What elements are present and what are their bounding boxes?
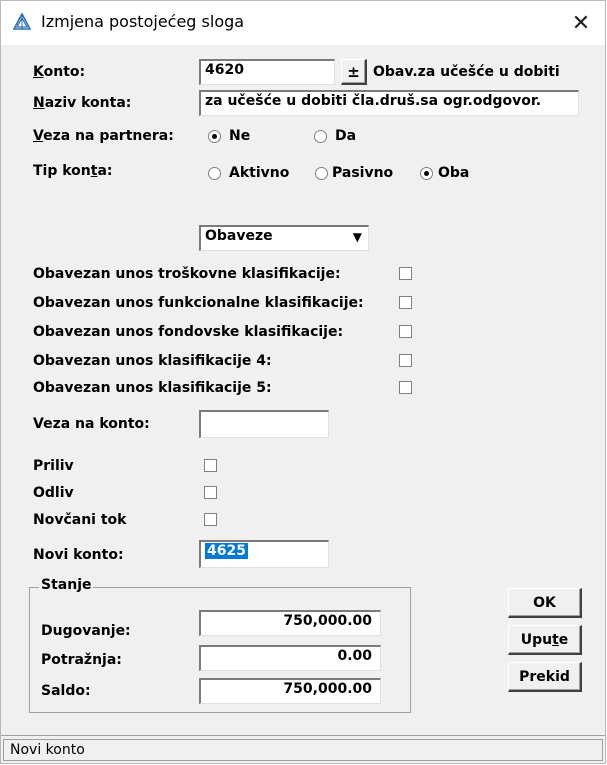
close-icon: ✕ (571, 10, 591, 36)
konto-lookup-button[interactable]: ± (341, 59, 367, 85)
dialog-window: Izmjena postojećeg sloga ✕ Konto: 4620 ±… (0, 0, 606, 764)
saldo-value[interactable]: 750,000.00 (199, 678, 381, 704)
klasifikacija-label-1: Obavezan unos troškovne klasifikacije: (33, 266, 341, 282)
veza-na-konto-input[interactable] (199, 410, 329, 438)
app-triangle-icon (13, 13, 31, 30)
veza-ne-radio[interactable] (208, 130, 221, 143)
tip-konta-label: Tip konta: (33, 163, 113, 179)
klasifikacija-checkbox-2[interactable] (399, 296, 412, 309)
status-bar: Novi konto (1, 735, 605, 763)
stanje-title: Stanje (39, 577, 94, 593)
tip-pasivno-label: Pasivno (332, 165, 394, 181)
priliv-label: Priliv (33, 458, 74, 474)
tip-oba-label: Oba (438, 165, 470, 181)
potraznja-label: Potražnja: (41, 652, 122, 668)
download-arrow-icon: ± (347, 62, 360, 81)
novi-konto-input[interactable]: 4625 (199, 540, 329, 568)
klasifikacija-label-4: Obavezan unos klasifikacije 4: (33, 353, 272, 369)
odliv-label: Odliv (33, 485, 74, 501)
tip-konta-dropdown[interactable]: Obaveze ▼ (199, 225, 369, 251)
veza-da-radio[interactable] (314, 130, 327, 143)
klasifikacija-checkbox-3[interactable] (399, 325, 412, 338)
klasifikacija-label-2: Obavezan unos funkcionalne klasifikacije… (33, 295, 364, 311)
title-bar: Izmjena postojećeg sloga ✕ (1, 1, 605, 45)
veza-na-konto-label: Veza na konto: (33, 416, 150, 432)
status-text: Novi konto (3, 739, 603, 761)
naziv-konta-label: Naziv konta: (33, 95, 132, 111)
chevron-down-icon[interactable]: ▼ (353, 230, 362, 244)
close-button[interactable]: ✕ (557, 1, 605, 45)
dugovanje-value[interactable]: 750,000.00 (199, 610, 381, 636)
klasifikacija-label-5: Obavezan unos klasifikacije 5: (33, 380, 272, 396)
veza-da-label: Da (335, 128, 357, 144)
ok-button[interactable]: OK (508, 588, 582, 618)
potraznja-value[interactable]: 0.00 (199, 645, 381, 671)
klasifikacija-label-3: Obavezan unos fondovske klasifikacije: (33, 324, 344, 340)
tip-pasivno-radio[interactable] (315, 167, 328, 180)
klasifikacija-checkbox-5[interactable] (399, 381, 412, 394)
dugovanje-label: Dugovanje: (41, 623, 131, 639)
odliv-checkbox[interactable] (204, 486, 217, 499)
prekid-button[interactable]: Prekid (508, 662, 582, 692)
konto-label: Konto: (33, 64, 86, 80)
saldo-label: Saldo: (41, 683, 91, 699)
klasifikacija-checkbox-1[interactable] (399, 267, 412, 280)
tip-oba-radio[interactable] (420, 167, 433, 180)
novi-konto-selected-text: 4625 (205, 543, 248, 559)
naziv-konta-input[interactable]: za učešće u dobiti čla.druš.sa ogr.odgov… (199, 90, 579, 116)
tip-aktivno-label: Aktivno (229, 165, 290, 181)
novi-konto-label: Novi konto: (33, 547, 124, 563)
tip-aktivno-radio[interactable] (208, 167, 221, 180)
window-title: Izmjena postojećeg sloga (41, 12, 245, 31)
veza-na-partnera-label: Veza na partnera: (33, 128, 174, 144)
klasifikacija-checkbox-4[interactable] (399, 354, 412, 367)
novcani-tok-checkbox[interactable] (204, 513, 217, 526)
konto-description: Obav.za učešće u dobiti (373, 64, 560, 80)
dropdown-value: Obaveze (205, 228, 273, 244)
priliv-checkbox[interactable] (204, 459, 217, 472)
konto-input[interactable]: 4620 (199, 59, 335, 85)
novcani-tok-label: Novčani tok (33, 512, 127, 528)
upute-button[interactable]: Upu t e (508, 625, 582, 655)
veza-ne-label: Ne (229, 128, 251, 144)
